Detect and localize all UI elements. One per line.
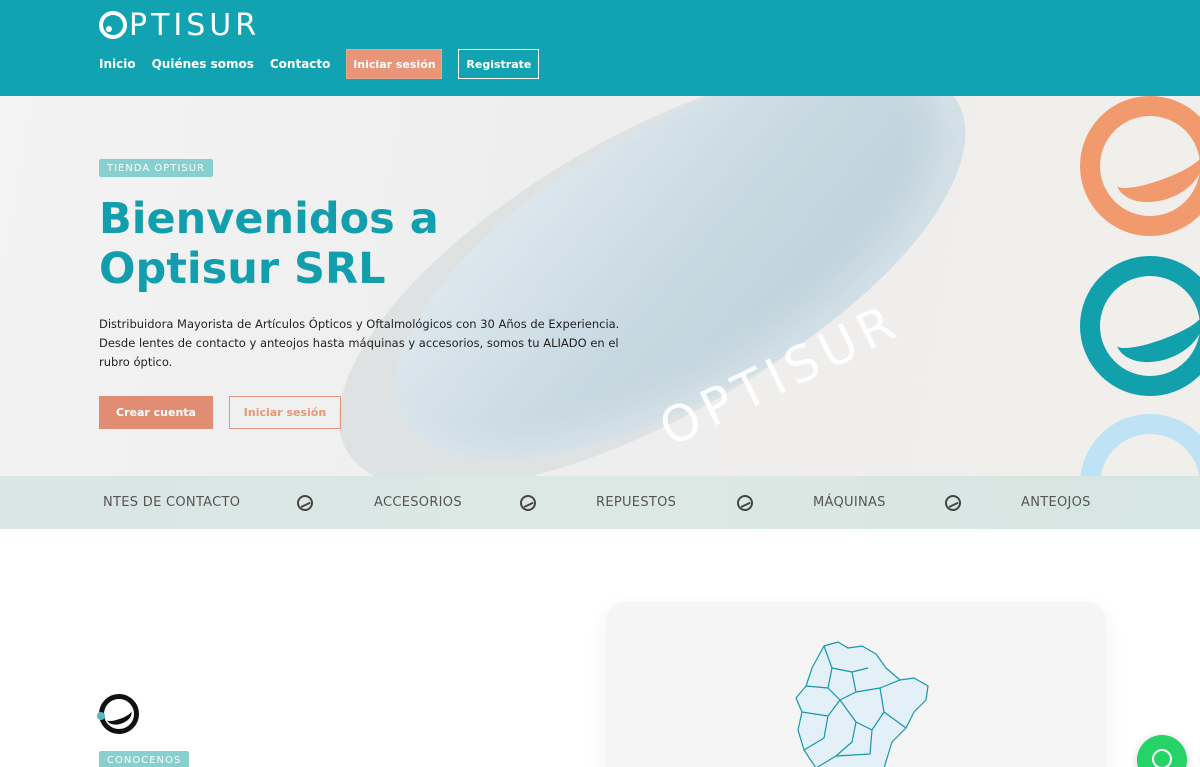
- argentina-map-icon: [795, 641, 929, 767]
- nav-inicio[interactable]: Inicio: [99, 57, 136, 71]
- category-item[interactable]: MÁQUINAS: [813, 476, 886, 529]
- about-tag: CONOCENOS: [99, 751, 190, 767]
- whatsapp-button[interactable]: [1137, 735, 1187, 767]
- hero-login-button[interactable]: Iniciar sesión: [229, 396, 341, 429]
- hero-tag: TIENDA OPTISUR: [99, 159, 213, 177]
- category-item[interactable]: NTES DE CONTACTO: [103, 476, 240, 529]
- decorative-orange-s-icon: [1080, 96, 1200, 236]
- nav-contacto[interactable]: Contacto: [270, 57, 331, 71]
- hero-section: OPTISUR TIENDA OPTISUR Bienvenidos a Opt…: [0, 96, 1200, 476]
- nav-quienes-somos[interactable]: Quiénes somos: [152, 57, 254, 71]
- logo-text: PTISUR: [129, 7, 261, 43]
- optisur-logo[interactable]: PTISUR: [99, 7, 261, 43]
- optisur-s-icon: [945, 495, 961, 511]
- main-nav: Inicio Quiénes somos Contacto Iniciar se…: [99, 49, 540, 79]
- decorative-teal-s-icon: [1080, 256, 1200, 396]
- site-header: PTISUR Inicio Quiénes somos Contacto Ini…: [0, 0, 1200, 96]
- create-account-button[interactable]: Crear cuenta: [99, 396, 213, 429]
- category-item[interactable]: REPUESTOS: [596, 476, 676, 529]
- category-item[interactable]: ANTEOJOS: [1021, 476, 1091, 529]
- optisur-logo-icon: [97, 694, 139, 734]
- optisur-s-icon: [297, 495, 313, 511]
- whatsapp-icon: [1152, 749, 1172, 767]
- decorative-blue-s-icon: [1080, 414, 1200, 476]
- category-item[interactable]: ACCESORIOS: [374, 476, 462, 529]
- category-marquee: NTES DE CONTACTO ACCESORIOS REPUESTOS MÁ…: [0, 476, 1200, 529]
- optisur-s-icon: [737, 495, 753, 511]
- optisur-s-icon: [520, 495, 536, 511]
- coverage-map-card: [606, 602, 1106, 767]
- hero-title: Bienvenidos a Optisur SRL: [99, 194, 439, 294]
- hero-description: Distribuidora Mayorista de Artículos Ópt…: [99, 317, 620, 369]
- register-button[interactable]: Registrate: [458, 49, 540, 79]
- login-button[interactable]: Iniciar sesión: [346, 49, 443, 79]
- logo-o-icon: [99, 11, 127, 39]
